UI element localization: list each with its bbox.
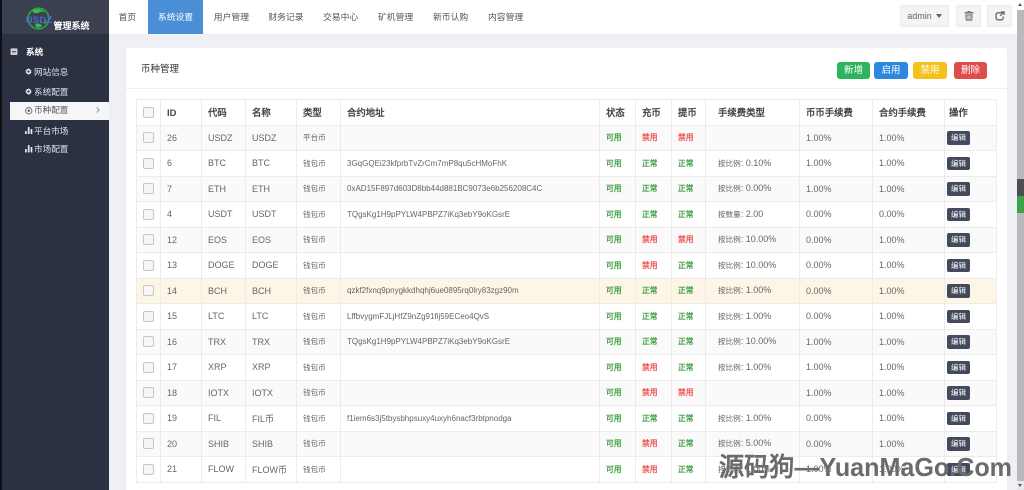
svg-text:源码狗—YuanMaGo.Com: 源码狗—YuanMaGo.Com bbox=[719, 452, 1012, 482]
